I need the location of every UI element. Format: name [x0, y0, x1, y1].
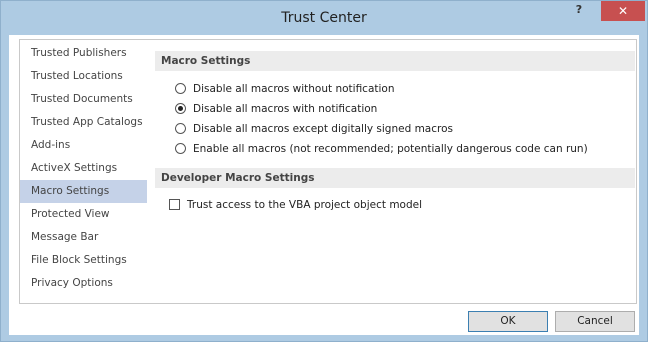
sidebar-item-protected-view[interactable]: Protected View	[20, 203, 150, 226]
radio-label[interactable]: Disable all macros without notification	[193, 81, 395, 97]
macro-settings-header: Macro Settings	[155, 51, 635, 71]
radio-label[interactable]: Disable all macros except digitally sign…	[193, 121, 453, 137]
radio-label[interactable]: Disable all macros with notification	[193, 101, 377, 117]
radio-button[interactable]	[175, 143, 186, 154]
settings-panel: Macro Settings Disable all macros withou…	[147, 39, 637, 304]
sidebar-item-message-bar[interactable]: Message Bar	[20, 226, 150, 249]
developer-macro-settings-header: Developer Macro Settings	[155, 168, 635, 188]
trust-center-dialog: Trust Center ? ✕ Trusted Publishers Trus…	[0, 0, 648, 342]
cancel-button[interactable]: Cancel	[555, 311, 635, 332]
category-sidebar: Trusted Publishers Trusted Locations Tru…	[19, 39, 151, 304]
sidebar-item-activex-settings[interactable]: ActiveX Settings	[20, 157, 150, 180]
sidebar-item-trusted-locations[interactable]: Trusted Locations	[20, 65, 150, 88]
sidebar-item-trusted-app-catalogs[interactable]: Trusted App Catalogs	[20, 111, 150, 134]
checkbox-label[interactable]: Trust access to the VBA project object m…	[187, 197, 422, 213]
radio-label[interactable]: Enable all macros (not recommended; pote…	[193, 141, 588, 157]
radio-button[interactable]	[175, 83, 186, 94]
dialog-title: Trust Center	[281, 10, 367, 26]
sidebar-item-privacy-options[interactable]: Privacy Options	[20, 272, 150, 295]
trust-vba-checkbox[interactable]	[169, 199, 180, 210]
dialog-body: Trusted Publishers Trusted Locations Tru…	[9, 35, 639, 335]
ok-button[interactable]: OK	[468, 311, 548, 332]
sidebar-item-macro-settings[interactable]: Macro Settings	[20, 180, 150, 203]
title-bar[interactable]: Trust Center ? ✕	[1, 1, 647, 35]
sidebar-item-file-block-settings[interactable]: File Block Settings	[20, 249, 150, 272]
radio-button-selected[interactable]	[175, 103, 186, 114]
close-button[interactable]: ✕	[601, 1, 645, 21]
sidebar-item-trusted-publishers[interactable]: Trusted Publishers	[20, 42, 150, 65]
sidebar-item-add-ins[interactable]: Add-ins	[20, 134, 150, 157]
sidebar-item-trusted-documents[interactable]: Trusted Documents	[20, 88, 150, 111]
help-button[interactable]: ?	[561, 2, 597, 20]
radio-button[interactable]	[175, 123, 186, 134]
